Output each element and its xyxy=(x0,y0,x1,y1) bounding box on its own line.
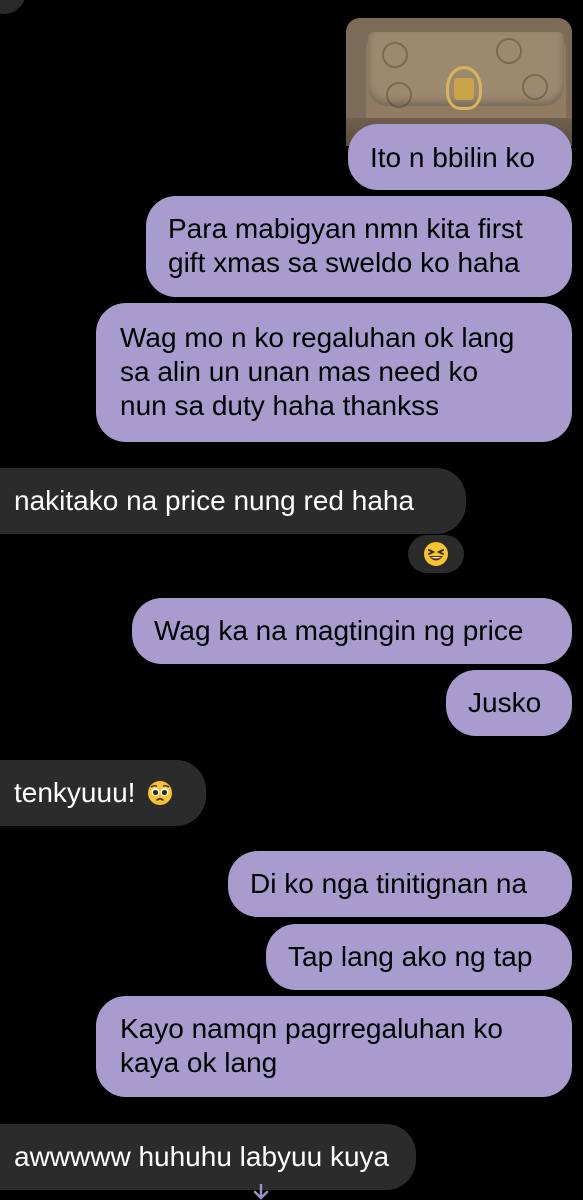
message-line: nun sa duty haha thankss xyxy=(120,390,440,421)
bag-motif xyxy=(496,38,522,64)
contact-avatar[interactable] xyxy=(0,0,26,14)
received-message[interactable]: awwwww huhuhu labyuu kuya xyxy=(0,1124,416,1190)
sent-message[interactable]: Para mabigyan nmn kita first gift xmas s… xyxy=(146,196,572,297)
message-line: gift xmas sa sweldo ko haha xyxy=(168,247,520,278)
message-text: nakitako na price nung red haha xyxy=(14,485,415,516)
message-text: Wag ka na magtingin ng price xyxy=(154,615,524,646)
sent-message[interactable]: Wag ka na magtingin ng price xyxy=(132,598,572,664)
message-text: Di ko nga tinitignan na xyxy=(250,868,528,899)
grinning-squinting-face-emoji-icon xyxy=(423,541,449,567)
message-text: awwwww huhuhu labyuu kuya xyxy=(14,1141,390,1172)
message-reaction[interactable] xyxy=(408,535,464,573)
message-text: Tap lang ako ng tap xyxy=(288,941,533,972)
bag-clasp-bar xyxy=(454,78,474,100)
chat-conversation: Ito n bbilin ko Para mabigyan nmn kita f… xyxy=(0,0,583,1200)
message-line: Kayo namqn pagrregaluhan ko xyxy=(120,1013,503,1044)
message-text: tenkyuuu! xyxy=(14,777,136,808)
message-line: Wag mo n ko regaluhan ok lang xyxy=(120,322,515,353)
message-text: Ito n bbilin ko xyxy=(370,142,535,173)
sent-message[interactable]: Wag mo n ko regaluhan ok lang sa alin un… xyxy=(96,303,572,442)
message-line: sa alin un unan mas need ko xyxy=(120,356,479,387)
sent-message[interactable]: Tap lang ako ng tap xyxy=(266,924,572,990)
sent-message[interactable]: Jusko xyxy=(446,670,572,736)
scroll-down-arrow-icon[interactable] xyxy=(244,1184,278,1200)
message-line: Para mabigyan nmn kita first xyxy=(168,213,523,244)
bag-motif xyxy=(382,42,408,68)
bag-motif xyxy=(522,74,548,100)
sent-message[interactable]: Di ko nga tinitignan na xyxy=(228,851,572,917)
received-message[interactable]: nakitako na price nung red haha xyxy=(0,468,466,534)
message-line: kaya ok lang xyxy=(120,1047,278,1078)
sent-message[interactable]: Ito n bbilin ko xyxy=(348,124,572,190)
pleading-face-emoji-icon xyxy=(147,780,173,806)
bag-motif xyxy=(386,82,412,108)
received-message[interactable]: tenkyuuu! xyxy=(0,760,206,826)
sent-message[interactable]: Kayo namqn pagrregaluhan ko kaya ok lang xyxy=(96,996,572,1097)
message-text: Jusko xyxy=(468,687,542,718)
